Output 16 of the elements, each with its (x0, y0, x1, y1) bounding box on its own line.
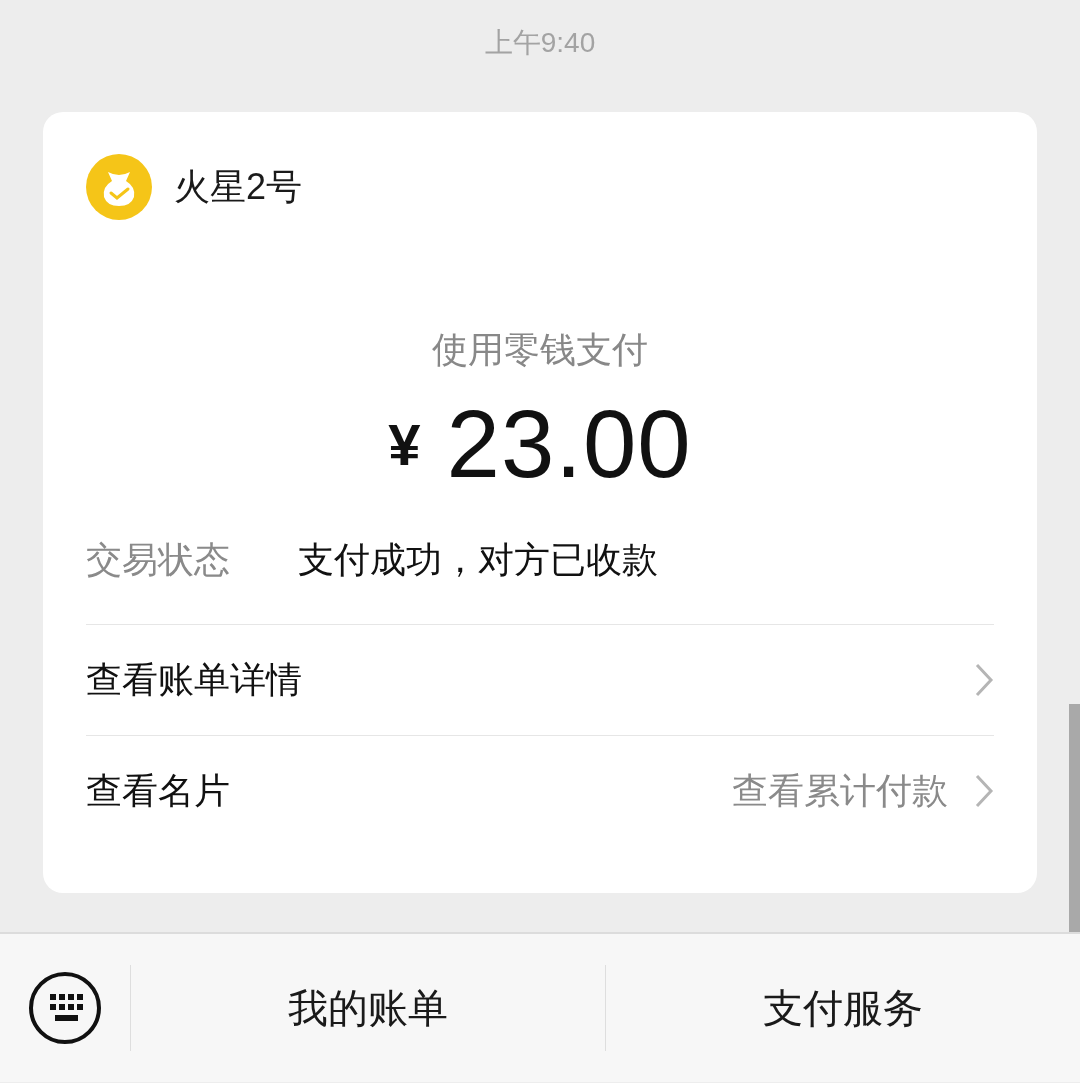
status-label: 交易状态 (86, 537, 231, 582)
menu-item[interactable]: 查看名片 (86, 766, 732, 816)
chevron-right-icon[interactable] (974, 662, 994, 698)
payment-method: 使用零钱支付 (431, 328, 649, 372)
scrollbar[interactable] (1069, 704, 1080, 932)
currency-symbol: ¥ (388, 410, 421, 478)
menu-button[interactable]: 我的账单 (131, 934, 605, 1082)
amount: 23.00 (446, 389, 692, 499)
status-value: 支付成功，对方已收款 (298, 537, 658, 582)
keyboard-icon[interactable] (28, 971, 102, 1045)
chevron-right-icon[interactable] (974, 773, 994, 809)
menu-item[interactable]: 查看账单详情 (86, 655, 974, 705)
message-time: 上午9:40 (484, 26, 596, 60)
wallet-logo-icon (86, 154, 152, 220)
merchant-name: 火星2号 (174, 164, 303, 209)
menu-button[interactable]: 支付服务 (606, 934, 1080, 1082)
